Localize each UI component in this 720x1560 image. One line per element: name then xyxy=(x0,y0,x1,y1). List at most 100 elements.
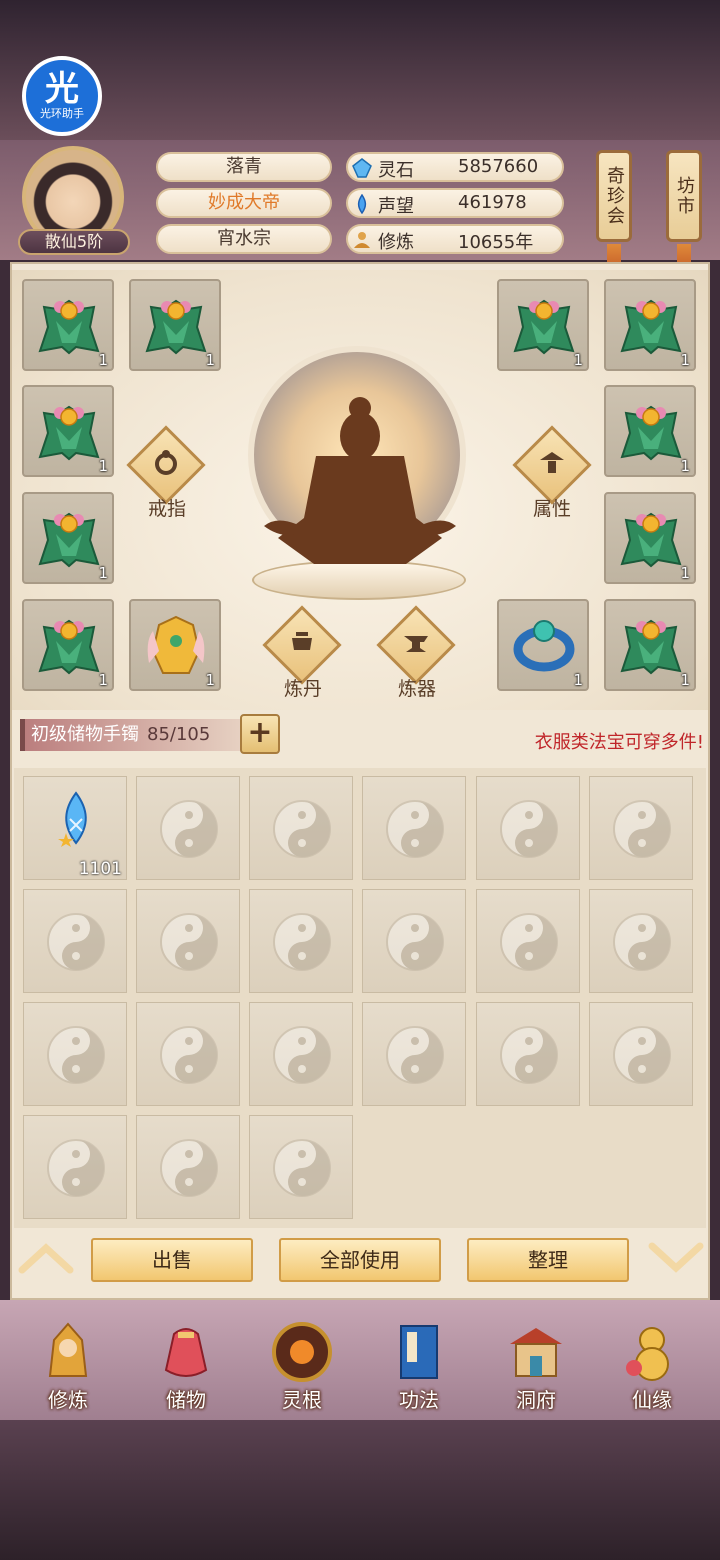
player-rank: 散仙5阶 xyxy=(18,229,130,255)
bag-capacity: 85/105 xyxy=(147,724,211,745)
helper-app-badge[interactable]: 光 光环助手 xyxy=(22,56,102,136)
item-count: 1 xyxy=(680,351,690,369)
inventory-cell[interactable] xyxy=(476,1002,580,1106)
yin-yang-icon xyxy=(160,800,218,858)
inventory-cell[interactable] xyxy=(589,889,693,993)
equipment-slot[interactable]: 1 xyxy=(604,385,696,477)
equipment-slot[interactable]: 1 xyxy=(604,492,696,584)
inventory-cell[interactable] xyxy=(249,776,353,880)
scroll-down-icon[interactable] xyxy=(646,1238,706,1278)
reputation-icon xyxy=(357,194,367,214)
equipment-slot[interactable]: 1 xyxy=(497,599,589,691)
player-name: 落青 xyxy=(156,152,332,182)
nav-label: 洞府 xyxy=(516,1388,556,1412)
item-count: 1 xyxy=(205,671,215,689)
player-sect: 宵水宗 xyxy=(156,224,332,254)
inventory-cell[interactable] xyxy=(589,776,693,880)
blue-crystal-icon xyxy=(58,791,87,847)
robe-armor-icon xyxy=(621,300,681,354)
nav-label: 功法 xyxy=(399,1388,439,1412)
cultivate-icon xyxy=(48,1322,88,1377)
resource-value: 5857660 xyxy=(458,156,539,177)
equipment-slot[interactable]: 1 xyxy=(22,279,114,371)
yin-yang-icon xyxy=(613,913,671,971)
player-title: 妙成大帝 xyxy=(156,188,332,218)
inventory-cell[interactable] xyxy=(589,1002,693,1106)
inventory-cell[interactable]: 1101 xyxy=(23,776,127,880)
inventory-cell[interactable] xyxy=(362,889,466,993)
yin-yang-icon xyxy=(386,913,444,971)
equipment-slot[interactable]: 1 xyxy=(129,279,221,371)
yin-yang-icon xyxy=(386,1026,444,1084)
equipment-slot[interactable]: 1 xyxy=(497,279,589,371)
treasure-fair-button[interactable]: 奇珍会 xyxy=(596,150,632,242)
inventory-cell[interactable] xyxy=(23,889,127,993)
bag-name: 初级储物手镯 xyxy=(31,724,139,745)
inventory-cell[interactable] xyxy=(23,1115,127,1219)
cave-abode-icon xyxy=(510,1328,562,1377)
nav-label: 修炼 xyxy=(48,1388,88,1412)
cauldron-icon xyxy=(292,632,312,650)
helper-badge-glyph: 光 xyxy=(45,69,79,109)
expand-bag-button[interactable]: + xyxy=(240,714,280,754)
market-button[interactable]: 坊市 xyxy=(666,150,702,242)
technique-book-icon xyxy=(400,1325,438,1379)
inventory-cell[interactable] xyxy=(249,1002,353,1106)
nav-item-cave-abode[interactable]: 洞府 xyxy=(486,1310,586,1414)
item-count: 1101 xyxy=(78,859,122,879)
yin-yang-icon xyxy=(160,1139,218,1197)
nav-item-technique[interactable]: 功法 xyxy=(369,1310,469,1414)
yin-yang-icon xyxy=(47,913,105,971)
inventory-cell[interactable] xyxy=(362,776,466,880)
nav-item-cultivate[interactable]: 修炼 xyxy=(18,1310,118,1414)
cultivation-icon xyxy=(354,232,370,248)
inventory-cell[interactable] xyxy=(476,776,580,880)
sort-button[interactable]: 整理 xyxy=(467,1238,629,1282)
robe-armor-icon xyxy=(621,513,681,567)
robe-armor-icon xyxy=(514,300,574,354)
jade-ring-icon xyxy=(513,620,575,672)
inventory-cell[interactable] xyxy=(136,1115,240,1219)
inventory-cell[interactable] xyxy=(249,889,353,993)
yin-yang-icon xyxy=(273,913,331,971)
robe-armor-icon xyxy=(621,406,681,460)
yin-yang-icon xyxy=(273,800,331,858)
forge-label[interactable]: 炼器 xyxy=(372,674,462,701)
attributes-label[interactable]: 属性 xyxy=(507,494,597,521)
nav-item-spirit-root[interactable]: 灵根 xyxy=(252,1310,352,1414)
inventory-cell[interactable] xyxy=(136,1002,240,1106)
helper-badge-label: 光环助手 xyxy=(40,107,84,120)
robe-armor-icon xyxy=(39,513,99,567)
resource-label: 修炼 xyxy=(378,232,414,253)
equipment-slot[interactable]: 1 xyxy=(129,599,221,691)
equipment-slot[interactable]: 1 xyxy=(604,599,696,691)
alchemy-label[interactable]: 炼丹 xyxy=(258,674,348,701)
inventory-cell[interactable] xyxy=(23,1002,127,1106)
use-all-button[interactable]: 全部使用 xyxy=(279,1238,441,1282)
spirit-root-icon xyxy=(272,1322,332,1382)
inventory-cell[interactable] xyxy=(136,776,240,880)
inventory-cell[interactable] xyxy=(249,1115,353,1219)
sell-button[interactable]: 出售 xyxy=(91,1238,253,1282)
nav-item-immortal-fate[interactable]: 仙缘 xyxy=(602,1310,702,1414)
inventory-cell[interactable] xyxy=(362,1002,466,1106)
nav-label: 储物 xyxy=(166,1388,206,1412)
robe-armor-icon xyxy=(39,620,99,674)
equipment-slot[interactable]: 1 xyxy=(22,492,114,584)
nav-item-storage[interactable]: 储物 xyxy=(136,1310,236,1414)
top-status-band xyxy=(0,0,720,140)
equipment-slot[interactable]: 1 xyxy=(604,279,696,371)
item-count: 1 xyxy=(205,351,215,369)
yin-yang-icon xyxy=(47,1139,105,1197)
inventory-cell[interactable] xyxy=(476,889,580,993)
equipment-slot[interactable]: 1 xyxy=(22,385,114,477)
inventory-cell[interactable] xyxy=(136,889,240,993)
yin-yang-icon xyxy=(386,800,444,858)
scroll-up-icon[interactable] xyxy=(16,1238,76,1278)
nav-label: 仙缘 xyxy=(632,1388,672,1412)
resource-spirit-stone: 灵石 5857660 xyxy=(346,152,564,182)
resource-value: 461978 xyxy=(458,192,527,213)
ring-label[interactable]: 戒指 xyxy=(122,494,212,521)
golden-armor-icon xyxy=(147,615,205,674)
equipment-slot[interactable]: 1 xyxy=(22,599,114,691)
